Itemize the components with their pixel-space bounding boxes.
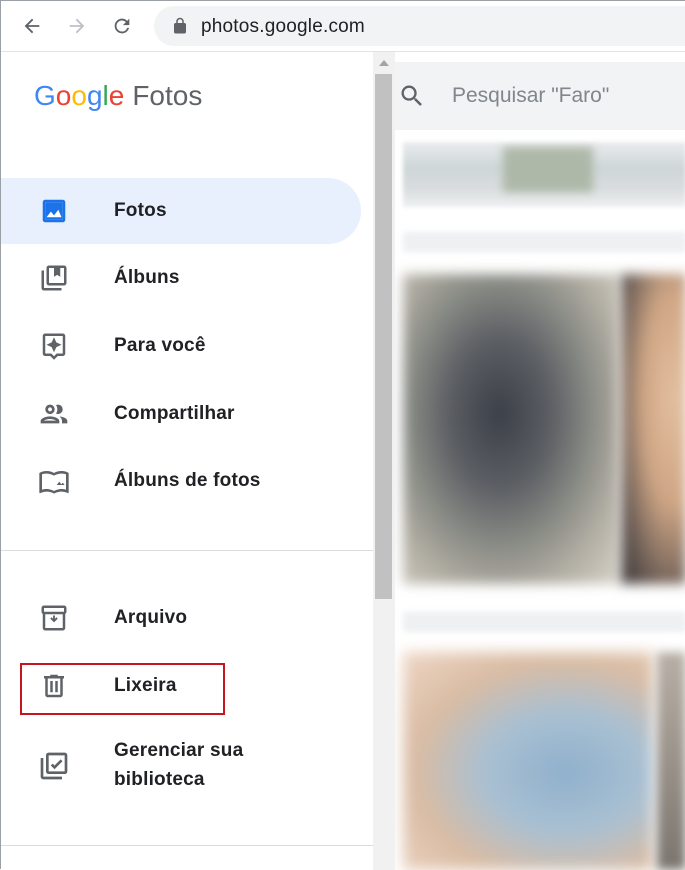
photo-thumbnail[interactable]	[657, 652, 685, 870]
highlight-annotation-box	[20, 663, 225, 715]
date-header	[403, 232, 685, 252]
search-input[interactable]: Pesquisar "Faro"	[452, 84, 609, 108]
arrow-right-icon	[69, 18, 85, 34]
sidebar-item-gerenciar-biblioteca[interactable]: Gerenciar sua biblioteca	[1, 730, 361, 802]
albums-icon	[38, 262, 70, 294]
library-check-icon	[38, 750, 70, 782]
sidebar-divider	[1, 550, 373, 551]
sidebar-scrollbar[interactable]	[373, 52, 395, 870]
photo-thumbnail[interactable]	[403, 652, 653, 870]
sidebar-item-label: Fotos	[114, 200, 167, 221]
back-button[interactable]	[16, 10, 48, 42]
google-photos-logo[interactable]: Google Fotos	[34, 78, 202, 114]
logo-letter: e	[108, 80, 125, 111]
sidebar-item-albuns[interactable]: Álbuns	[1, 245, 361, 311]
browser-toolbar: photos.google.com	[1, 1, 685, 52]
logo-letter: g	[86, 80, 103, 111]
assistant-icon	[38, 330, 70, 362]
photo-thumbnail[interactable]	[403, 142, 685, 207]
logo-product-name: Fotos	[132, 80, 203, 111]
photos-main-area: Pesquisar "Faro"	[395, 52, 685, 870]
sidebar-item-label: Álbuns de fotos	[114, 470, 261, 491]
sidebar-item-arquivo[interactable]: Arquivo	[1, 585, 361, 651]
logo-letter: o	[71, 80, 87, 111]
sidebar-item-para-voce[interactable]: Para você	[1, 313, 361, 379]
reload-icon	[114, 18, 130, 34]
reload-button[interactable]	[106, 10, 138, 42]
archive-icon	[38, 602, 70, 634]
forward-button[interactable]	[61, 10, 93, 42]
scrollbar-thumb[interactable]	[375, 74, 392, 599]
url-text: photos.google.com	[201, 16, 365, 37]
sidebar-item-label: Arquivo	[114, 607, 188, 628]
sidebar-item-label-line1: Gerenciar sua	[114, 740, 244, 761]
logo-letter: o	[55, 80, 72, 111]
sidebar-item-label: Compartilhar	[114, 403, 235, 424]
arrow-left-icon	[24, 18, 40, 34]
logo-letter: G	[34, 80, 56, 111]
photo-thumbnail[interactable]	[403, 274, 618, 584]
address-bar[interactable]: photos.google.com	[154, 6, 685, 46]
photo-icon	[38, 195, 70, 227]
sidebar-item-albuns-de-fotos[interactable]: Álbuns de fotos	[1, 448, 361, 514]
lock-icon	[174, 17, 186, 34]
photo-thumbnail[interactable]	[621, 274, 685, 584]
sidebar-item-label-line2: biblioteca	[114, 769, 205, 790]
scroll-up-arrow-icon[interactable]	[379, 60, 389, 66]
photo-book-icon	[38, 465, 70, 497]
sidebar-item-compartilhar[interactable]: Compartilhar	[1, 381, 361, 447]
navigation-drawer: Google Fotos Fotos Álbuns Para você Compa…	[1, 52, 373, 870]
people-icon	[38, 398, 70, 430]
date-header	[403, 612, 685, 632]
sidebar-item-label: Para você	[114, 335, 206, 356]
search-bar[interactable]: Pesquisar "Faro"	[395, 62, 685, 130]
search-icon[interactable]	[398, 82, 426, 110]
sidebar-item-label: Álbuns	[114, 267, 180, 288]
sidebar-divider	[1, 845, 373, 846]
sidebar-item-fotos[interactable]: Fotos	[1, 178, 361, 244]
